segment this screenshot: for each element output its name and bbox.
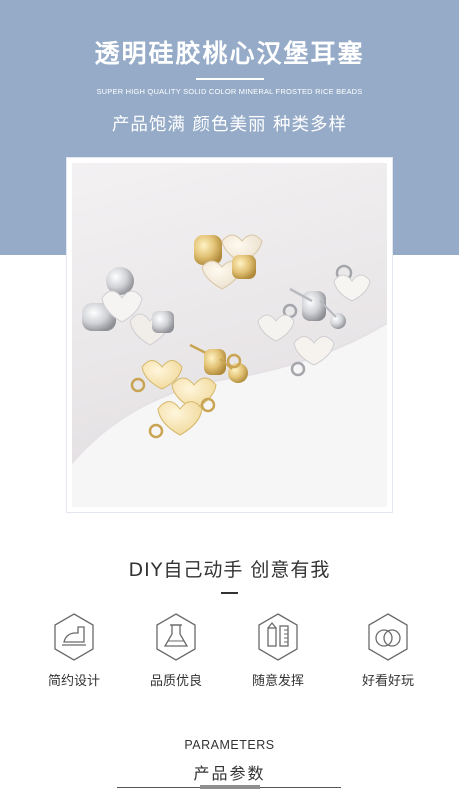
feature-simple-design: 简约设计 xyxy=(24,612,124,692)
product-photo xyxy=(72,163,387,507)
diy-divider xyxy=(221,592,238,594)
feature-creative: 随意发挥 xyxy=(228,612,328,692)
feature-label: 品质优良 xyxy=(149,674,202,689)
diy-heading: DIY自己动手 创意有我 xyxy=(128,559,331,581)
parameters-title-en: PARAMETERS xyxy=(184,738,275,752)
feature-label: 好看好玩 xyxy=(361,674,414,689)
tagline: 产品饱满 颜色美丽 种类多样 xyxy=(111,115,348,135)
title-divider xyxy=(196,78,264,80)
pencil-ruler-icon xyxy=(256,612,300,662)
rings-icon xyxy=(366,612,410,662)
iron-icon xyxy=(52,612,96,662)
feature-fun: 好看好玩 xyxy=(338,612,438,692)
feature-label: 随意发挥 xyxy=(251,674,304,689)
parameters-title-cn: 产品参数 xyxy=(193,764,266,783)
feature-quality: 品质优良 xyxy=(126,612,226,692)
flask-icon xyxy=(154,612,198,662)
english-subtitle: SUPER HIGH QUALITY SOLID COLOR MINERAL F… xyxy=(96,87,363,96)
gold-earring-back-cluster xyxy=(194,234,263,290)
feature-label: 简约设计 xyxy=(47,674,100,689)
silver-earring-back-cluster xyxy=(82,267,174,346)
parameters-divider-accent xyxy=(200,785,260,789)
page-title: 透明硅胶桃心汉堡耳塞 xyxy=(94,39,365,68)
